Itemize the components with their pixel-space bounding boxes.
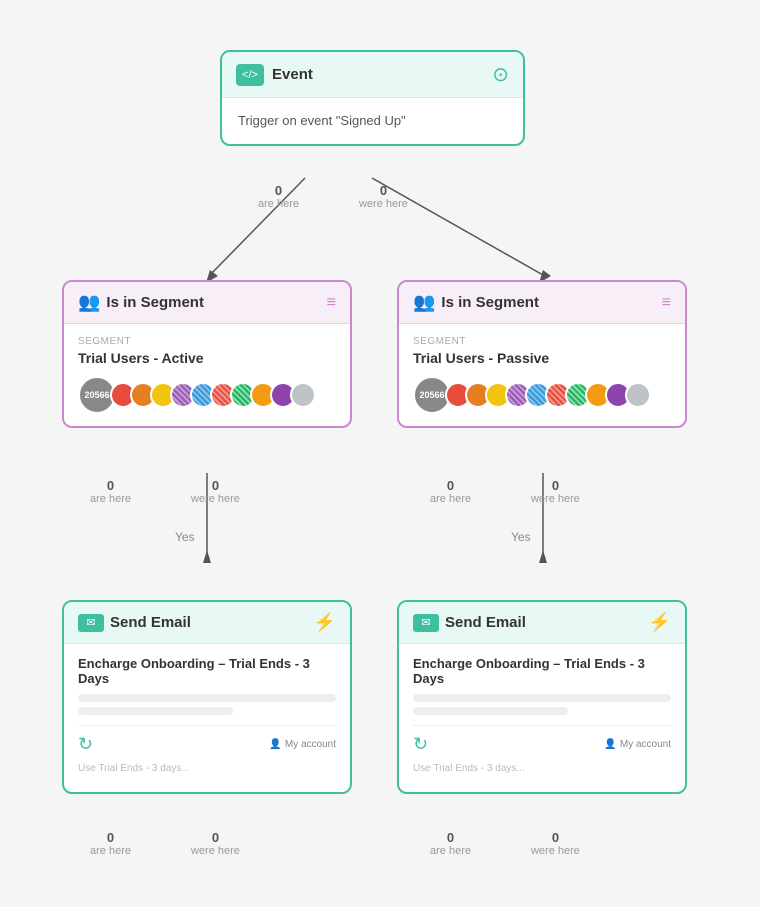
refresh-right-icon[interactable]: ↻ bbox=[413, 734, 428, 755]
yes-label-right: Yes bbox=[511, 530, 531, 544]
email-left-icon: ✉ bbox=[78, 614, 104, 632]
segment-left-body: SEGMENT Trial Users - Active 20566 bbox=[64, 324, 350, 426]
r-preview-line-2 bbox=[413, 707, 568, 715]
segment-left-label: SEGMENT bbox=[78, 336, 336, 347]
segment-left-avatars: 20566 bbox=[78, 376, 336, 414]
segment-right-name: Trial Users - Passive bbox=[413, 350, 671, 366]
email-left-header: ✉ Send Email ⚡ bbox=[64, 602, 350, 644]
email-right-stats: 0 are here 0 were here bbox=[430, 830, 580, 857]
segment-left-stats: 0 are here 0 were here bbox=[90, 478, 240, 505]
lightning-right-icon: ⚡ bbox=[649, 612, 671, 633]
target-icon: ⊙ bbox=[492, 62, 509, 87]
segment-left-title: Is in Segment bbox=[106, 294, 204, 311]
email-right-icon: ✉ bbox=[413, 614, 439, 632]
event-stats: 0 are here 0 were here bbox=[258, 183, 408, 210]
segment-left-name: Trial Users - Active bbox=[78, 350, 336, 366]
email-right-preview bbox=[413, 694, 671, 715]
email-left-stat-right: 0 were here bbox=[191, 830, 240, 857]
email-right-title: Send Email bbox=[445, 614, 526, 631]
segment-right-icon: 👥 bbox=[413, 292, 435, 313]
email-right-stat-left: 0 are here bbox=[430, 830, 471, 857]
preview-line-2 bbox=[78, 707, 233, 715]
email-left-preview bbox=[78, 694, 336, 715]
filter-left-icon: ≡ bbox=[327, 294, 336, 312]
seg-right-stat-left: 0 are here bbox=[430, 478, 471, 505]
email-left-title: Send Email bbox=[110, 614, 191, 631]
seg-right-stat-right: 0 were here bbox=[531, 478, 580, 505]
event-node[interactable]: </> Event ⊙ Trigger on event "Signed Up" bbox=[220, 50, 525, 146]
event-node-body: Trigger on event "Signed Up" bbox=[222, 98, 523, 144]
avatar-10 bbox=[290, 382, 316, 408]
filter-right-icon: ≡ bbox=[662, 294, 671, 312]
email-right-body: Encharge Onboarding – Trial Ends - 3 Day… bbox=[399, 644, 685, 792]
segment-right-title: Is in Segment bbox=[441, 294, 539, 311]
segment-node-right[interactable]: 👥 Is in Segment ≡ SEGMENT Trial Users - … bbox=[397, 280, 687, 428]
segment-right-label: SEGMENT bbox=[413, 336, 671, 347]
email-left-stats: 0 are here 0 were here bbox=[90, 830, 240, 857]
email-right-subject: Encharge Onboarding – Trial Ends - 3 Day… bbox=[413, 656, 671, 686]
event-icon: </> bbox=[236, 64, 264, 86]
segment-right-avatars: 20566 bbox=[413, 376, 671, 414]
segment-node-left[interactable]: 👥 Is in Segment ≡ SEGMENT Trial Users - … bbox=[62, 280, 352, 428]
email-right-footer: ↻ 👤 My account bbox=[413, 725, 671, 759]
account-right-link[interactable]: 👤 My account bbox=[604, 739, 671, 750]
event-body-text: Trigger on event "Signed Up" bbox=[238, 113, 406, 128]
email-left-stat-left: 0 are here bbox=[90, 830, 131, 857]
email-left-bottom: Use Trial Ends - 3 days... bbox=[78, 759, 336, 780]
email-left-body: Encharge Onboarding – Trial Ends - 3 Day… bbox=[64, 644, 350, 792]
email-right-stat-right: 0 were here bbox=[531, 830, 580, 857]
event-node-header: </> Event ⊙ bbox=[222, 52, 523, 98]
account-left-link[interactable]: 👤 My account bbox=[269, 739, 336, 750]
segment-right-stats: 0 are here 0 were here bbox=[430, 478, 580, 505]
event-stat-right: 0 were here bbox=[359, 183, 408, 210]
event-stat-left: 0 are here bbox=[258, 183, 299, 210]
email-node-left[interactable]: ✉ Send Email ⚡ Encharge Onboarding – Tri… bbox=[62, 600, 352, 794]
seg-left-stat-left: 0 are here bbox=[90, 478, 131, 505]
email-node-right[interactable]: ✉ Send Email ⚡ Encharge Onboarding – Tri… bbox=[397, 600, 687, 794]
r-preview-line-1 bbox=[413, 694, 671, 702]
email-left-subject: Encharge Onboarding – Trial Ends - 3 Day… bbox=[78, 656, 336, 686]
seg-left-stat-right: 0 were here bbox=[191, 478, 240, 505]
account-left-icon: 👤 bbox=[269, 739, 281, 750]
segment-left-header: 👥 Is in Segment ≡ bbox=[64, 282, 350, 324]
preview-line-1 bbox=[78, 694, 336, 702]
email-right-bottom: Use Trial Ends - 3 days... bbox=[413, 759, 671, 780]
segment-right-header: 👥 Is in Segment ≡ bbox=[399, 282, 685, 324]
event-node-title: Event bbox=[272, 66, 313, 83]
segment-right-body: SEGMENT Trial Users - Passive 20566 bbox=[399, 324, 685, 426]
account-right-icon: 👤 bbox=[604, 739, 616, 750]
segment-left-icon: 👥 bbox=[78, 292, 100, 313]
email-right-header: ✉ Send Email ⚡ bbox=[399, 602, 685, 644]
r-avatar-10 bbox=[625, 382, 651, 408]
yes-label-left: Yes bbox=[175, 530, 195, 544]
lightning-left-icon: ⚡ bbox=[314, 612, 336, 633]
refresh-left-icon[interactable]: ↻ bbox=[78, 734, 93, 755]
email-left-footer: ↻ 👤 My account bbox=[78, 725, 336, 759]
